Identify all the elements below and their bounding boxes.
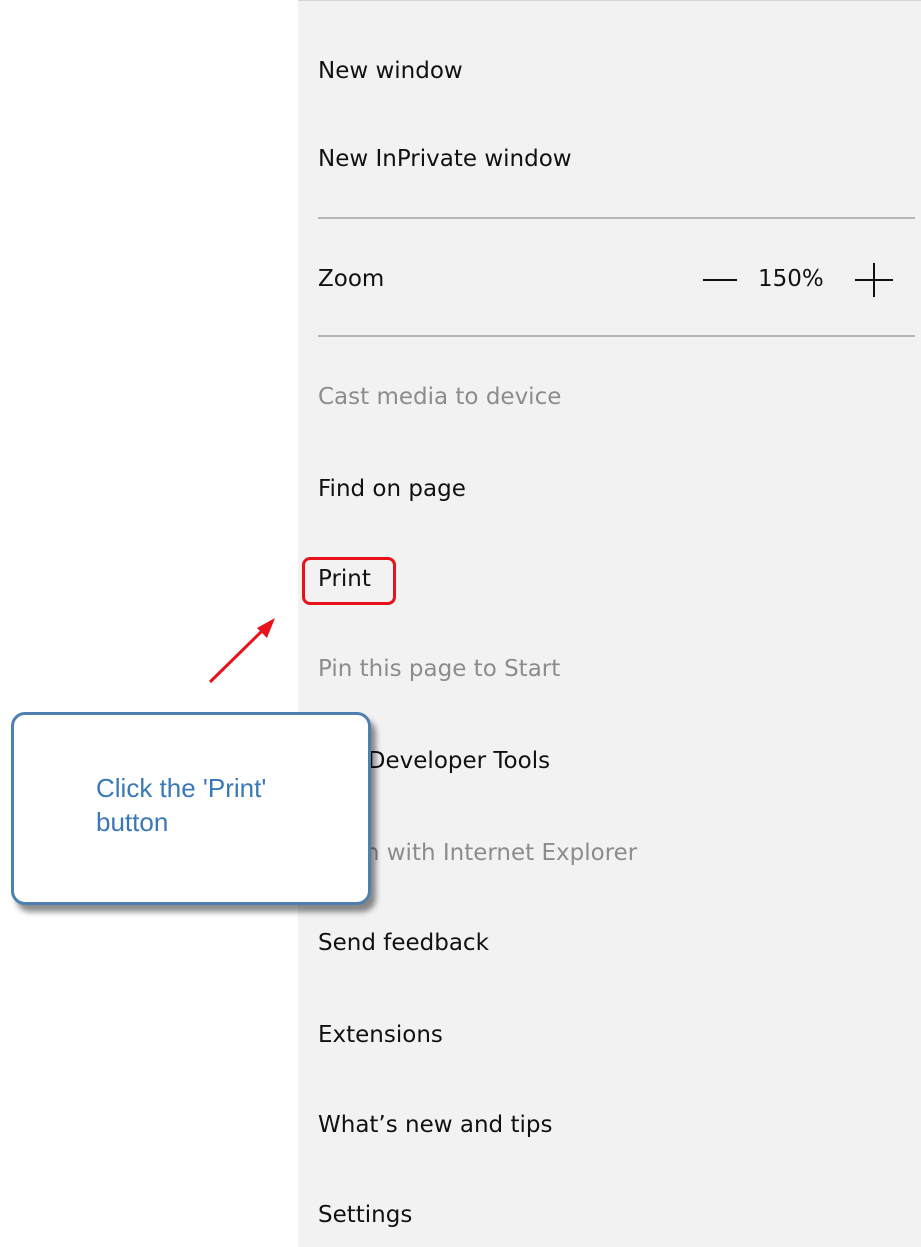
menu-item-find-on-page[interactable]: Find on page <box>318 475 466 503</box>
menu-item-extensions[interactable]: Extensions <box>318 1021 443 1049</box>
instruction-callout: Click the 'Print' button <box>11 712 371 905</box>
browser-more-menu: New window New InPrivate window Zoom 150… <box>298 0 921 1247</box>
menu-item-new-inprivate-window[interactable]: New InPrivate window <box>318 145 572 173</box>
print-highlight-box <box>302 557 396 605</box>
menu-item-cast-media: Cast media to device <box>318 384 562 410</box>
pointer-arrow-icon <box>208 618 275 684</box>
menu-item-pin-to-start: Pin this page to Start <box>318 656 561 682</box>
zoom-row: Zoom 150% <box>318 263 901 297</box>
menu-divider <box>318 335 915 337</box>
zoom-value: 150% <box>758 266 824 292</box>
minus-icon[interactable] <box>703 279 737 281</box>
menu-item-new-window[interactable]: New window <box>318 57 463 85</box>
menu-item-whats-new[interactable]: What’s new and tips <box>318 1111 552 1139</box>
plus-icon-vertical <box>873 263 875 297</box>
menu-divider <box>318 217 915 219</box>
plus-icon[interactable] <box>855 263 893 297</box>
zoom-label: Zoom <box>318 266 385 292</box>
menu-item-settings[interactable]: Settings <box>318 1201 412 1229</box>
menu-item-send-feedback[interactable]: Send feedback <box>318 929 489 957</box>
callout-text: Click the 'Print' button <box>96 773 267 837</box>
